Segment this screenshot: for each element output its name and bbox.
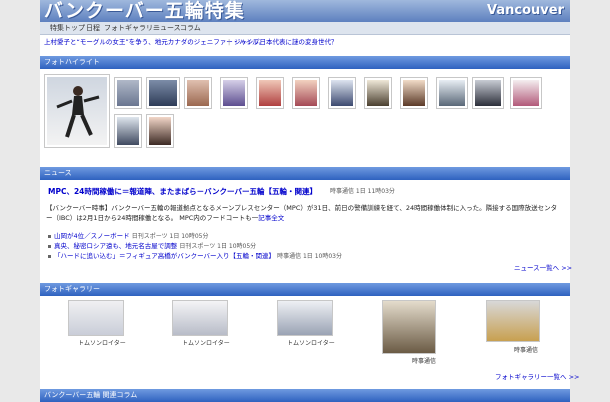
gallery-photo: [277, 300, 333, 336]
section-bar-gallery: フォトギャラリー: [40, 283, 570, 296]
section-title-photo-highlight: フォトハイライト: [44, 58, 100, 66]
section-title-column: バンクーバー五輪 関連コラム: [44, 391, 138, 399]
bullet-icon: [48, 245, 51, 248]
photo-thumb-11[interactable]: [472, 77, 504, 109]
news-headline-date: 時事通信 1日 11時03分: [330, 188, 395, 195]
gallery-caption: 時事通信: [514, 347, 539, 354]
photo-thumb-14[interactable]: [146, 114, 174, 148]
photo-thumb-13[interactable]: [114, 114, 142, 148]
section-bar-photo-highlight: フォトハイライト: [40, 56, 570, 69]
news-item-link[interactable]: 山岡が4位／スノーボード: [54, 232, 130, 240]
news-body: 【バンクーバー時事】バンクーバー五輪の報道拠点となるメーンプレスセンター（MPC…: [46, 204, 558, 222]
news-full-article-link[interactable]: 記事全文: [258, 214, 284, 222]
gallery-photo: [172, 300, 228, 336]
page: バンクーバー五輪特集 Vancouver 特集トップ 日程 フォトギャラリー ニ…: [40, 0, 579, 402]
gallery-caption: トムソンロイター: [287, 340, 335, 347]
news-item-link[interactable]: 「ハードに追い込む」＝フィギュア高橋がバンクーバー入り【五輪・関連】: [54, 252, 275, 260]
section-bar-column: バンクーバー五輪 関連コラム: [40, 389, 570, 402]
photo-thumb-3[interactable]: [184, 77, 212, 109]
header-banner: バンクーバー五輪特集 Vancouver: [40, 0, 570, 22]
gallery-photo: [382, 300, 436, 354]
bullet-icon: [48, 255, 51, 258]
gallery-more-link[interactable]: フォトギャラリー一覧へ >>: [495, 373, 579, 382]
gallery-photo: [68, 300, 124, 336]
photo-thumb-2[interactable]: [146, 77, 180, 109]
section-title-gallery: フォトギャラリー: [44, 285, 100, 293]
photo-thumb-1[interactable]: [114, 77, 142, 109]
bullet-icon: [48, 235, 51, 238]
gallery-caption: 時事通信: [412, 358, 437, 365]
nav-item-top[interactable]: 特集トップ: [50, 24, 85, 33]
skater-figure: [56, 86, 100, 138]
photo-thumb-10[interactable]: [436, 77, 468, 109]
gallery-photo: [486, 300, 540, 342]
gallery-caption: トムソンロイター: [182, 340, 230, 347]
vancouver-logo: Vancouver: [487, 3, 564, 18]
ticker-link-1[interactable]: 上村愛子と“モーグルの女王”を争う、地元カナダのジェニファー・ハイル。: [44, 38, 265, 46]
nav-item-news[interactable]: ニュース: [153, 24, 181, 33]
ticker-divider: |: [228, 38, 231, 46]
page-title: バンクーバー五輪特集: [44, 0, 245, 22]
photo-thumb-7[interactable]: [328, 77, 356, 109]
photo-highlight-main[interactable]: [44, 74, 110, 148]
photo-thumb-4[interactable]: [220, 77, 248, 109]
ticker-link-2[interactable]: ジャンプ日本代表に謎の変身世代？: [234, 38, 337, 46]
nav-bar: 特集トップ 日程 フォトギャラリー ニュース コラム: [40, 22, 570, 35]
photo-thumb-6[interactable]: [292, 77, 320, 109]
photo-thumb-5[interactable]: [256, 77, 284, 109]
section-bar-news: ニュース: [40, 167, 570, 180]
section-title-news: ニュース: [44, 169, 72, 177]
photo-thumb-8[interactable]: [364, 77, 392, 109]
news-headline[interactable]: MPC、24時間稼働に＝報道陣、またまばら－バンクーバー五輪【五輪・関連】: [48, 187, 317, 196]
news-item-link[interactable]: 真央、秘密ロシア遠も、地元名古屋で調整: [54, 242, 177, 250]
photo-thumb-9[interactable]: [400, 77, 428, 109]
nav-item-column[interactable]: コラム: [180, 24, 201, 33]
nav-item-gallery[interactable]: フォトギャラリー: [104, 24, 160, 33]
news-more-link[interactable]: ニュース一覧へ >>: [514, 264, 572, 273]
nav-item-schedule[interactable]: 日程: [86, 24, 100, 33]
gallery-caption: トムソンロイター: [78, 340, 126, 347]
photo-thumb-12[interactable]: [510, 77, 542, 109]
ticker-bar: 上村愛子と“モーグルの女王”を争う、地元カナダのジェニファー・ハイル。 | ジャ…: [40, 35, 570, 48]
